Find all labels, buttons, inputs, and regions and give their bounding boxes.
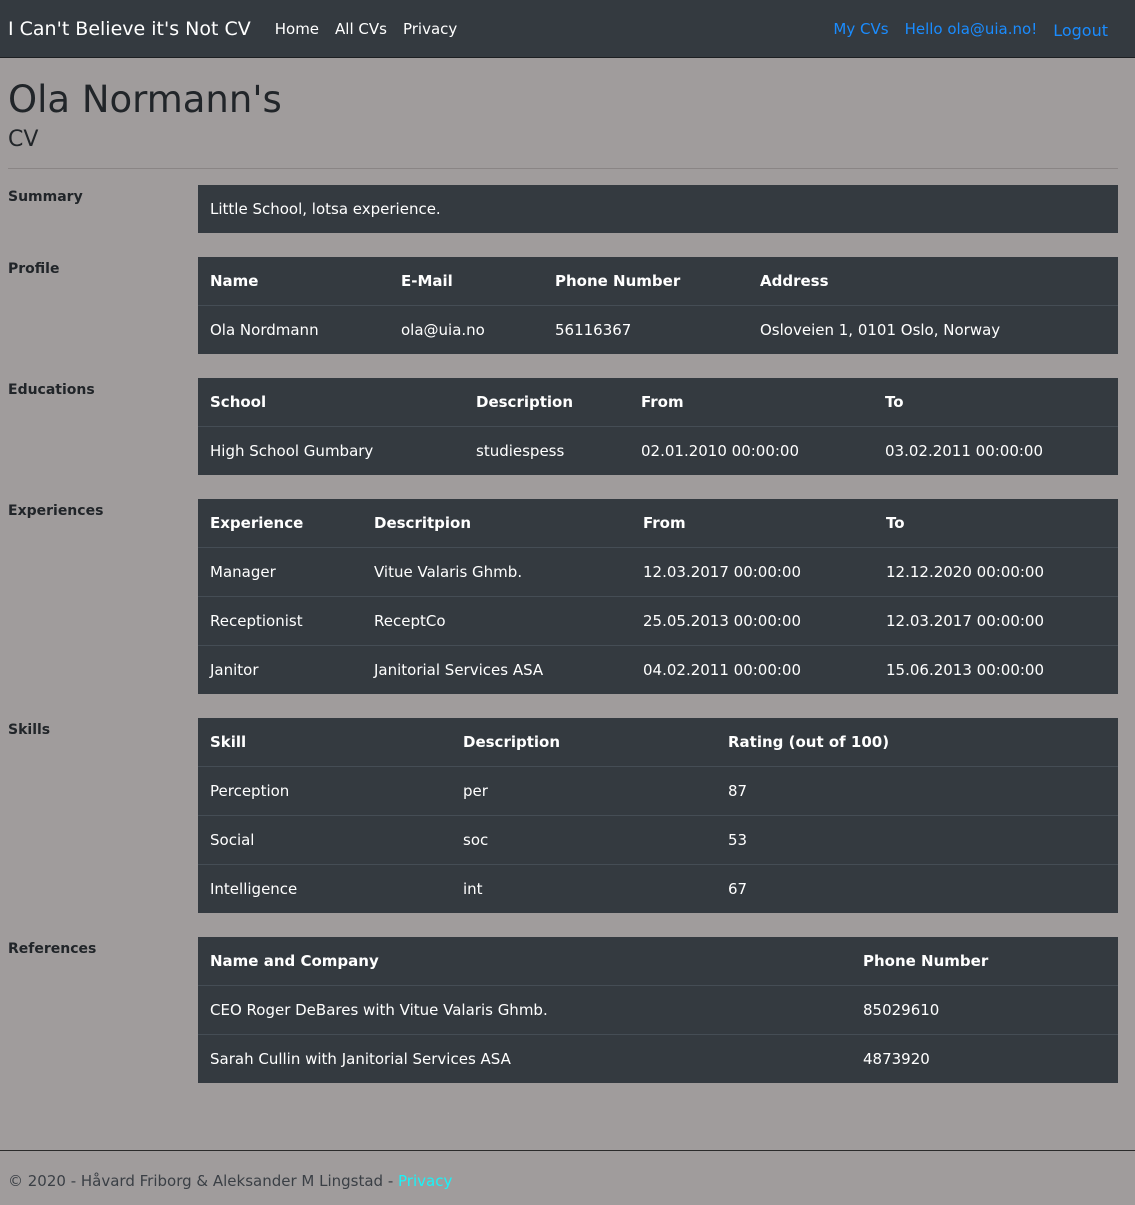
column-header: School [210,393,267,411]
table-cell: per [451,766,716,816]
column-header: Description [463,733,561,751]
table-row: Sarah Cullin with Janitorial Services AS… [198,1034,1118,1083]
column-header: Name and Company [210,952,379,970]
logout-link[interactable]: Logout [1053,21,1108,40]
table-cell: 12.12.2020 00:00:00 [874,547,1118,597]
nav-home-link[interactable]: Home [275,20,319,38]
table-cell: 03.02.2011 00:00:00 [873,426,1118,475]
profile-phone: 56116367 [543,305,748,354]
table-cell: 15.06.2013 00:00:00 [874,645,1118,694]
table-row: Ola Nordmann ola@uia.no 56116367 Oslovei… [198,305,1118,354]
table-cell: 02.01.2010 00:00:00 [629,426,873,475]
profile-name: Ola Nordmann [198,305,389,354]
table-cell: 12.03.2017 00:00:00 [874,596,1118,646]
brand-link[interactable]: I Can't Believe it's Not CV [8,18,251,40]
table-cell: Manager [198,547,362,597]
educations-label: Educations [8,382,95,398]
top-navbar: I Can't Believe it's Not CV Home All CVs… [0,0,1135,58]
table-cell: Janitorial Services ASA [362,645,631,694]
profile-table: Name E-Mail Phone Number Address Ola Nor… [198,257,1118,354]
skills-label: Skills [8,722,51,738]
summary-text: Little School, lotsa experience. [198,185,1118,233]
table-row: Perception per 87 [198,766,1118,816]
table-cell: CEO Roger DeBares with Vitue Valaris Ghm… [198,985,851,1035]
column-header: From [643,514,686,532]
page-title: Ola Normann's [8,78,282,121]
table-cell: 85029610 [851,985,1118,1035]
table-cell: 53 [716,815,1118,865]
table-row: CEO Roger DeBares with Vitue Valaris Ghm… [198,985,1118,1035]
column-header: To [886,514,905,532]
summary-label: Summary [8,189,83,205]
profile-address: Osloveien 1, 0101 Oslo, Norway [748,305,1118,354]
table-cell: Vitue Valaris Ghmb. [362,547,631,597]
column-header: Rating (out of 100) [728,733,890,751]
table-header-row: Skill Description Rating (out of 100) [198,718,1118,767]
nav-user-area: My CVs Hello ola@uia.no! Logout [817,18,1127,40]
table-header-row: Name and Company Phone Number [198,937,1118,986]
profile-section: Profile Name E-Mail Phone Number Address… [8,257,1118,354]
table-cell: Intelligence [198,864,451,913]
experiences-table: Experience Descritpion From To Manager V… [198,499,1118,694]
page-footer: © 2020 - Håvard Friborg & Aleksander M L… [0,1150,1135,1205]
profile-email: ola@uia.no [389,305,543,354]
table-cell: int [451,864,716,913]
column-header: Descritpion [374,514,472,532]
references-table: Name and Company Phone Number CEO Roger … [198,937,1118,1083]
table-cell: soc [451,815,716,865]
table-cell: 04.02.2011 00:00:00 [631,645,874,694]
column-header: Description [476,393,574,411]
table-cell: Perception [198,766,451,816]
table-row: Social soc 53 [198,815,1118,865]
column-header: Name [210,272,259,290]
column-header: Phone Number [555,272,681,290]
table-header-row: Experience Descritpion From To [198,499,1118,548]
table-cell: Receptionist [198,596,362,646]
table-row: Receptionist ReceptCo 25.05.2013 00:00:0… [198,596,1118,646]
hello-user-link[interactable]: Hello ola@uia.no! [905,20,1038,38]
column-header: From [641,393,684,411]
table-cell: 12.03.2017 00:00:00 [631,547,874,597]
table-cell: Social [198,815,451,865]
column-header: Phone Number [863,952,989,970]
table-cell: ReceptCo [362,596,631,646]
profile-label: Profile [8,261,60,277]
footer-copyright: © 2020 - Håvard Friborg & Aleksander M L… [8,1172,399,1190]
skills-section: Skills Skill Description Rating (out of … [8,718,1118,913]
column-header: Experience [210,514,304,532]
my-cvs-link[interactable]: My CVs [833,20,888,38]
table-header-row: School Description From To [198,378,1118,427]
table-row: Janitor Janitorial Services ASA 04.02.20… [198,645,1118,694]
table-cell: 87 [716,766,1118,816]
column-header: E-Mail [401,272,453,290]
experiences-section: Experiences Experience Descritpion From … [8,499,1118,694]
table-cell: 25.05.2013 00:00:00 [631,596,874,646]
table-cell: Janitor [198,645,362,694]
footer-privacy-link[interactable]: Privacy [398,1172,452,1190]
skills-table: Skill Description Rating (out of 100) Pe… [198,718,1118,913]
table-header-row: Name E-Mail Phone Number Address [198,257,1118,306]
nav-privacy-link[interactable]: Privacy [403,20,457,38]
references-section: References Name and Company Phone Number… [8,937,1118,1083]
references-label: References [8,941,97,957]
educations-section: Educations School Description From To Hi… [8,378,1118,475]
column-header: Skill [210,733,247,751]
table-row: Manager Vitue Valaris Ghmb. 12.03.2017 0… [198,547,1118,597]
table-cell: Sarah Cullin with Janitorial Services AS… [198,1034,851,1083]
column-header: To [885,393,904,411]
educations-table: School Description From To High School G… [198,378,1118,475]
divider [8,168,1118,169]
column-header: Address [760,272,829,290]
main-content: Ola Normann's CV Summary Little School, … [0,78,1135,1083]
table-cell: 4873920 [851,1034,1118,1083]
table-row: High School Gumbary studiespess 02.01.20… [198,426,1118,475]
summary-section: Summary Little School, lotsa experience. [8,185,1118,233]
table-cell: High School Gumbary [198,426,464,475]
table-row: Intelligence int 67 [198,864,1118,913]
table-cell: 67 [716,864,1118,913]
experiences-label: Experiences [8,503,104,519]
page-subtitle: CV [8,127,39,152]
nav-all-cvs-link[interactable]: All CVs [335,20,387,38]
table-cell: studiespess [464,426,629,475]
